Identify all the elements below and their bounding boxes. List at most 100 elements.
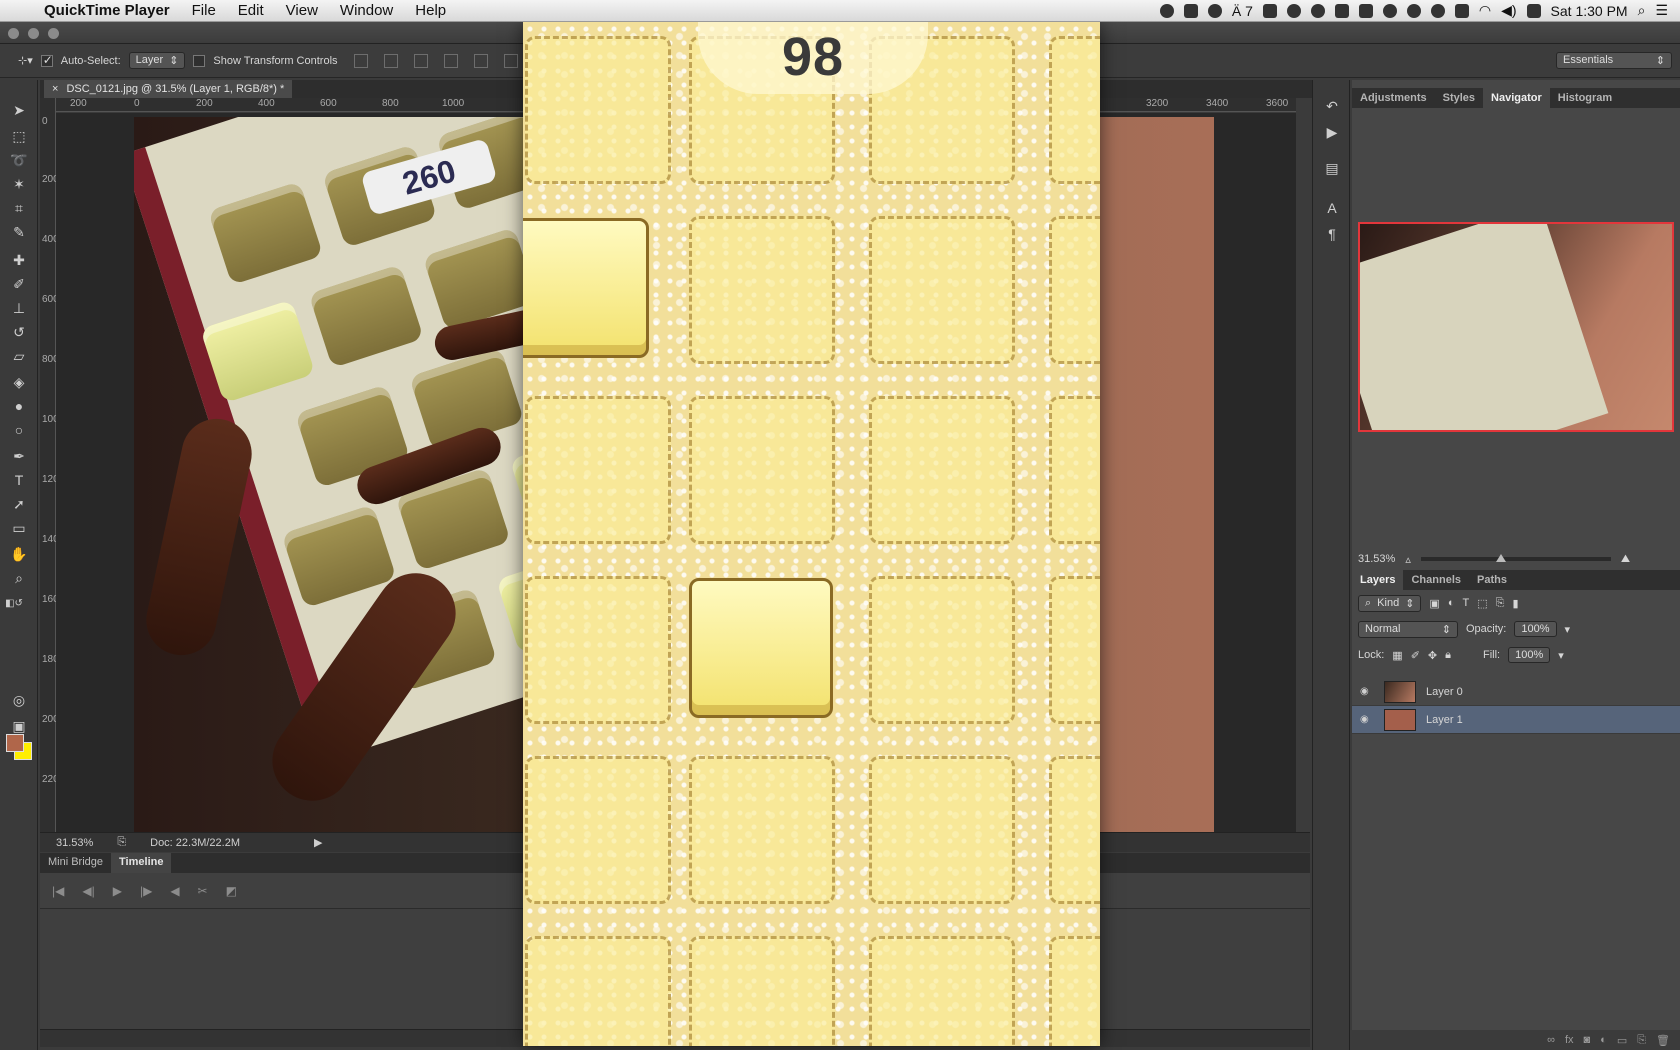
history-brush-tool-icon[interactable]: ↺ <box>9 322 29 342</box>
lock-all-icon[interactable]: 🔒︎ <box>1445 649 1451 662</box>
tab-channels[interactable]: Channels <box>1403 570 1469 590</box>
workspace-switcher[interactable]: Essentials ⇕ <box>1556 52 1672 69</box>
auto-select-dropdown[interactable]: Layer ⇕ <box>128 52 186 69</box>
notification-bell-icon[interactable] <box>1382 3 1397 18</box>
drive-icon[interactable] <box>1406 3 1421 18</box>
layer-row-layer-1[interactable]: ◉ Layer 1 <box>1352 706 1680 734</box>
paragraph-panel-icon[interactable]: ¶ <box>1323 226 1341 244</box>
tab-mini-bridge[interactable]: Mini Bridge <box>40 853 111 873</box>
crop-tool-icon[interactable]: ⌗ <box>9 198 29 218</box>
blend-mode-dropdown[interactable]: Normal ⇕ <box>1358 620 1458 638</box>
notification-center-icon[interactable]: ☰ <box>1655 2 1668 19</box>
zoom-in-icon[interactable]: ⛰ <box>1621 553 1630 566</box>
new-layer-icon[interactable]: ⎘ <box>1637 1034 1646 1047</box>
spotlight-search-icon[interactable]: ⌕ <box>1638 2 1646 19</box>
menu-help[interactable]: Help <box>415 2 446 19</box>
type-tool-icon[interactable]: T <box>9 470 29 490</box>
tab-layers[interactable]: Layers <box>1352 570 1404 590</box>
new-group-icon[interactable]: ▭ <box>1617 1034 1627 1047</box>
hand-tool-icon[interactable]: ✋ <box>9 544 29 564</box>
usb-icon[interactable] <box>1334 3 1349 18</box>
wifi-icon[interactable]: ◠ <box>1479 2 1491 19</box>
split-scissors-icon[interactable]: ✂ <box>198 884 208 898</box>
battery-icon[interactable] <box>1526 3 1541 18</box>
tab-styles[interactable]: Styles <box>1435 88 1483 108</box>
visibility-eye-icon[interactable]: ◉ <box>1360 686 1374 697</box>
filter-type-icon[interactable]: T <box>1462 597 1469 609</box>
app-menu[interactable]: QuickTime Player <box>44 2 170 19</box>
blur-tool-icon[interactable]: ● <box>9 396 29 416</box>
layer-style-fx-icon[interactable]: fx <box>1565 1034 1574 1046</box>
creative-cloud-icon[interactable] <box>1207 3 1222 18</box>
dodge-tool-icon[interactable]: ○ <box>9 420 29 440</box>
path-selection-tool-icon[interactable]: ➚ <box>9 494 29 514</box>
navigator-zoom-value[interactable]: 31.53% <box>1358 553 1395 565</box>
transition-icon[interactable]: ◩ <box>226 884 237 898</box>
paint-bucket-tool-icon[interactable]: ◈ <box>9 372 29 392</box>
clock[interactable]: Sat 1:30 PM <box>1551 3 1628 19</box>
menu-file[interactable]: File <box>192 2 216 19</box>
lock-image-icon[interactable]: ✐ <box>1411 649 1420 662</box>
next-frame-icon[interactable]: |▶ <box>140 884 152 898</box>
clone-stamp-tool-icon[interactable]: ⊥ <box>9 298 29 318</box>
align-bottom-icon[interactable] <box>413 53 428 68</box>
move-tool-icon[interactable]: ➤ <box>9 100 29 120</box>
delete-layer-icon[interactable]: 🗑︎ <box>1656 1034 1670 1047</box>
opacity-dropdown-icon[interactable]: ▾ <box>1565 623 1571 636</box>
eraser-tool-icon[interactable]: ▱ <box>9 346 29 366</box>
link-layers-icon[interactable]: ∞ <box>1547 1034 1555 1046</box>
menu-window[interactable]: Window <box>340 2 393 19</box>
visibility-eye-icon[interactable]: ◉ <box>1360 714 1374 725</box>
default-colors-icon[interactable]: ◧↺ <box>4 594 24 614</box>
magic-wand-tool-icon[interactable]: ✶ <box>9 174 29 194</box>
status-zoom[interactable]: 31.53% <box>56 837 93 849</box>
show-transform-checkbox[interactable] <box>193 54 206 67</box>
cloud-icon[interactable] <box>1310 3 1325 18</box>
actions-panel-icon[interactable]: ▶ <box>1323 124 1341 142</box>
volume-icon[interactable]: ◀) <box>1501 2 1516 19</box>
foreground-color-swatch[interactable] <box>6 734 24 752</box>
layer-name[interactable]: Layer 1 <box>1426 714 1463 726</box>
lock-transparent-icon[interactable]: ▦ <box>1392 649 1402 662</box>
add-mask-icon[interactable]: ◙ <box>1584 1034 1591 1046</box>
kind-filter-dropdown[interactable]: ⌕ Kind ⇕ <box>1358 594 1422 612</box>
align-left-icon[interactable] <box>443 53 458 68</box>
filter-smart-object-icon[interactable]: ⎘ <box>1496 597 1505 610</box>
previous-frame-icon[interactable]: ◀| <box>82 884 94 898</box>
audio-icon[interactable]: ◀ <box>170 884 179 898</box>
timer-icon[interactable] <box>1159 3 1174 18</box>
lasso-tool-icon[interactable]: ➰ <box>9 150 29 170</box>
go-to-first-frame-icon[interactable]: |◀ <box>52 884 64 898</box>
status-menu-arrow-icon[interactable]: ▶ <box>314 836 322 849</box>
document-tab[interactable]: × DSC_0121.jpg @ 31.5% (Layer 1, RGB/8*)… <box>44 80 293 98</box>
layer-name[interactable]: Layer 0 <box>1426 686 1463 698</box>
pen-tool-icon[interactable]: ✒ <box>9 446 29 466</box>
adobe-notification-icon[interactable]: Ä 7 <box>1232 3 1253 19</box>
character-panel-icon[interactable]: A <box>1323 200 1341 218</box>
zoom-out-icon[interactable]: ▵ <box>1405 553 1411 566</box>
align-top-icon[interactable] <box>353 53 368 68</box>
bluetooth-icon[interactable] <box>1454 3 1469 18</box>
healing-brush-tool-icon[interactable]: ✚ <box>9 250 29 270</box>
navigator-thumbnail[interactable] <box>1358 222 1674 432</box>
filter-shape-icon[interactable]: ⬚ <box>1477 597 1487 610</box>
tab-timeline[interactable]: Timeline <box>111 853 172 873</box>
align-hcenter-icon[interactable] <box>473 53 488 68</box>
zoom-window-button[interactable] <box>48 28 59 39</box>
slider-knob[interactable] <box>1495 554 1506 562</box>
quick-mask-icon[interactable]: ◎ <box>9 690 29 710</box>
menu-view[interactable]: View <box>286 2 318 19</box>
brush-tool-icon[interactable]: ✐ <box>9 274 29 294</box>
quicktime-video-window[interactable]: 98 <box>523 22 1100 1046</box>
minimize-window-button[interactable] <box>28 28 39 39</box>
zoom-tool-icon[interactable]: ⌕ <box>9 568 29 588</box>
time-machine-icon[interactable] <box>1430 3 1445 18</box>
lock-position-icon[interactable]: ✥ <box>1428 649 1437 662</box>
move-tool-preset-icon[interactable]: ⊹▾ <box>18 54 33 67</box>
layer-row-layer-0[interactable]: ◉ Layer 0 <box>1352 678 1680 706</box>
auto-select-checkbox[interactable] <box>40 53 53 67</box>
close-window-button[interactable] <box>8 28 19 39</box>
new-adjustment-layer-icon[interactable]: ◐ <box>1600 1034 1607 1046</box>
dropbox-icon[interactable] <box>1183 3 1198 18</box>
tab-paths[interactable]: Paths <box>1469 570 1515 590</box>
